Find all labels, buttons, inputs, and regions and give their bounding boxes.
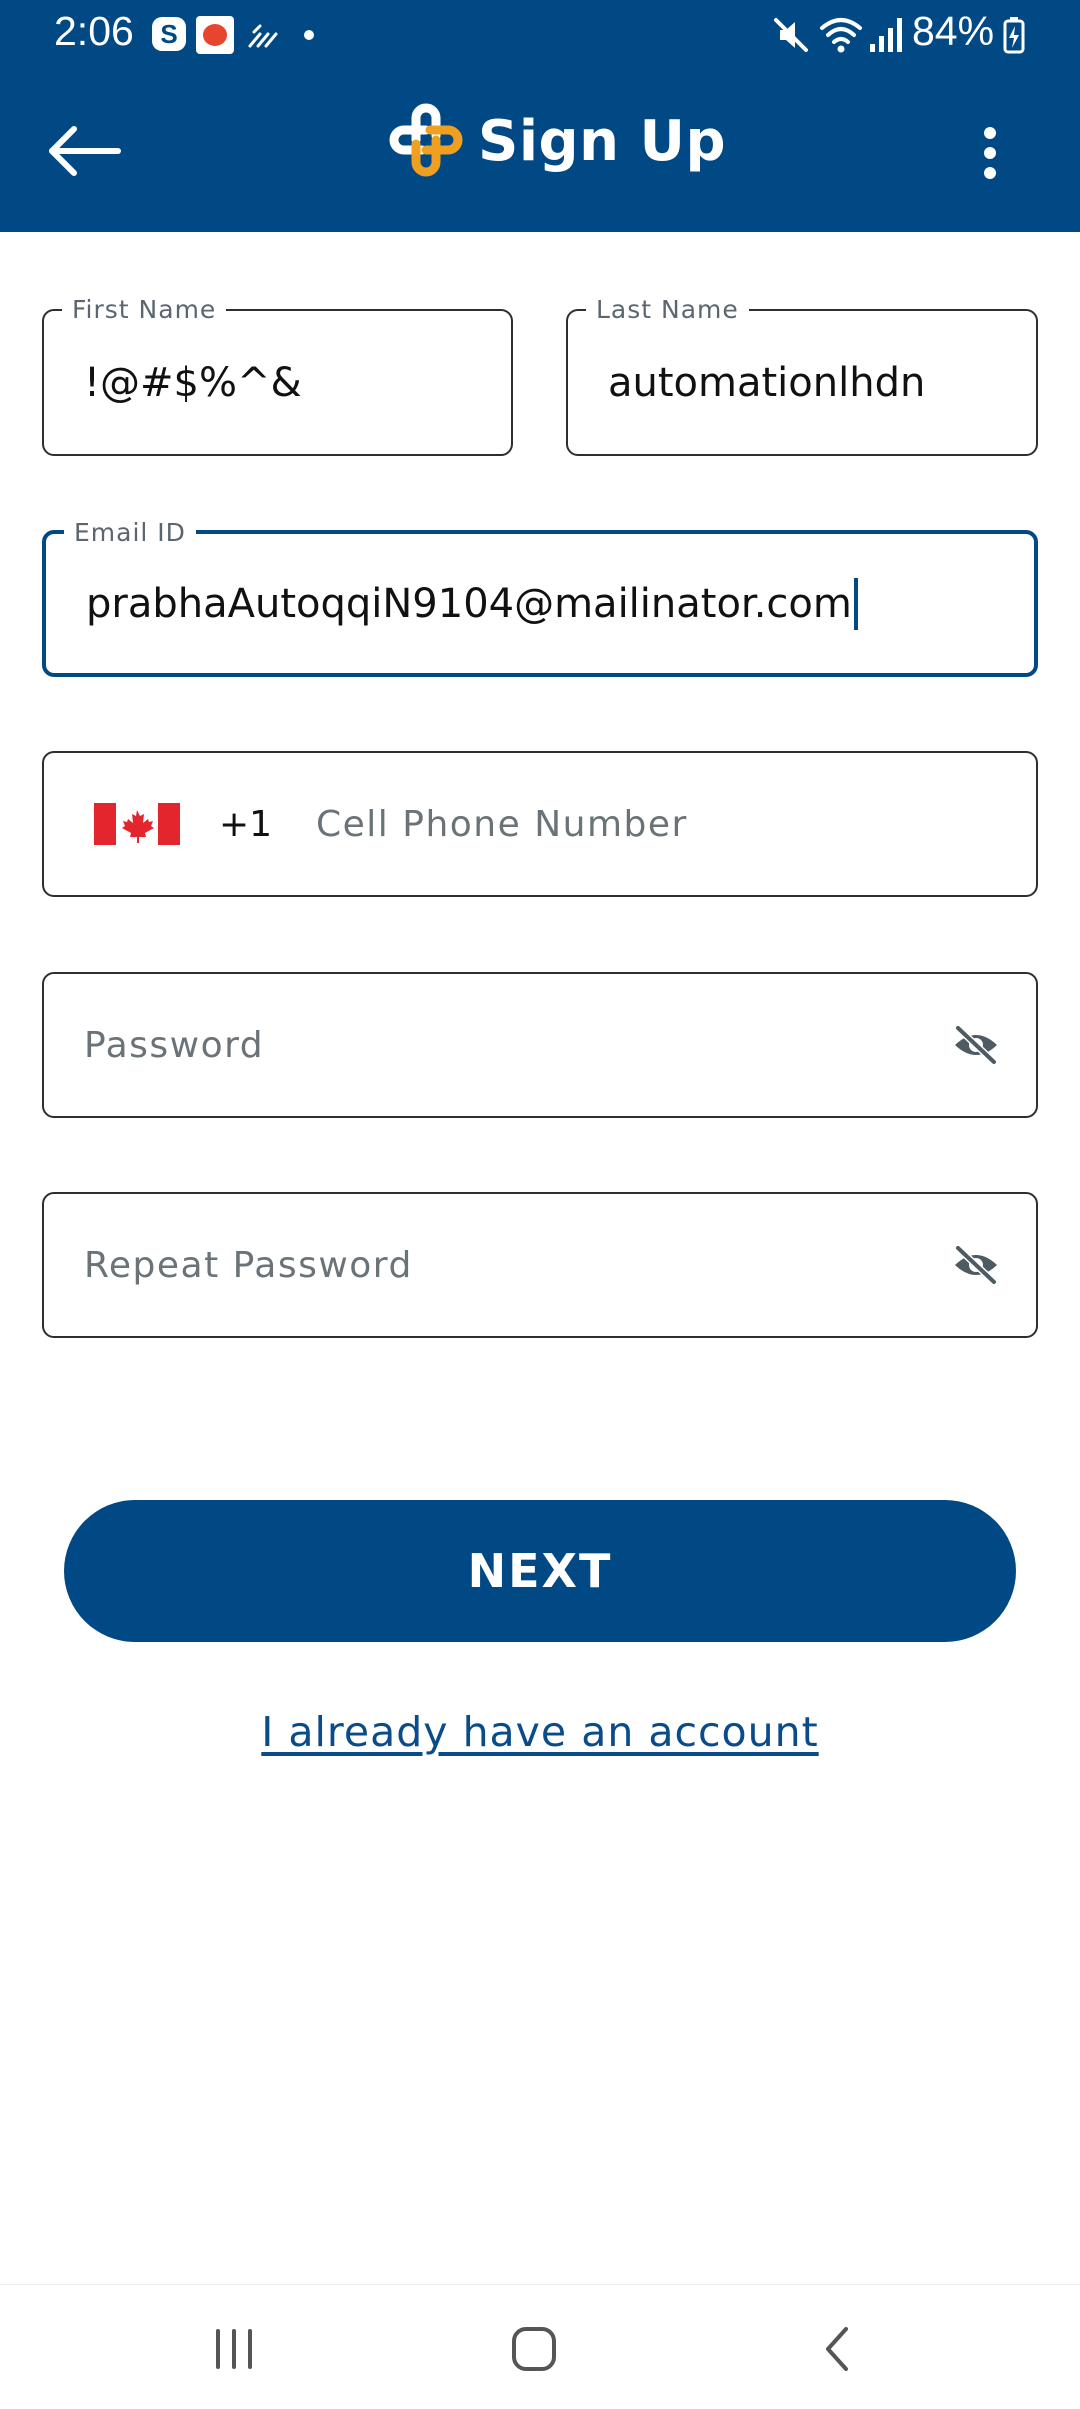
s-app-icon: S xyxy=(152,17,186,51)
back-arrow-icon[interactable] xyxy=(40,113,130,189)
last-name-value: automationlhdn xyxy=(608,359,926,406)
more-options-icon[interactable] xyxy=(968,108,1012,198)
password-field[interactable]: Password xyxy=(42,972,1038,1118)
status-bar: 2:06 S 84% xyxy=(0,0,1080,70)
wifi-icon xyxy=(820,18,862,53)
password-placeholder: Password xyxy=(84,1024,265,1066)
status-time: 2:06 xyxy=(54,8,134,54)
repeat-password-placeholder: Repeat Password xyxy=(84,1244,413,1286)
nav-back-icon[interactable] xyxy=(822,2325,852,2373)
app-notification-icon xyxy=(196,16,234,54)
mute-icon xyxy=(774,18,808,52)
login-link[interactable]: I already have an account xyxy=(0,1708,1080,1756)
first-name-field[interactable]: First Name !@#$%^& xyxy=(42,297,513,456)
activity-icon xyxy=(248,24,278,48)
email-value: prabhaAutoqqiN9104@mailinator.com xyxy=(86,580,852,627)
phone-placeholder: Cell Phone Number xyxy=(316,803,688,845)
next-button[interactable]: NEXT xyxy=(64,1500,1016,1642)
battery-percentage: 84% xyxy=(912,8,995,54)
last-name-field[interactable]: Last Name automationlhdn xyxy=(566,297,1038,456)
phone-field[interactable]: +1 Cell Phone Number xyxy=(42,751,1038,897)
recent-apps-icon[interactable] xyxy=(210,2327,258,2371)
home-icon[interactable] xyxy=(510,2325,558,2373)
signal-icon xyxy=(870,18,902,52)
country-code[interactable]: +1 xyxy=(219,753,272,895)
first-name-value: !@#$%^& xyxy=(84,359,302,406)
eye-off-icon[interactable] xyxy=(952,1025,1000,1065)
app-logo-icon xyxy=(389,103,463,177)
repeat-password-field[interactable]: Repeat Password xyxy=(42,1192,1038,1338)
canada-flag-icon[interactable] xyxy=(94,803,180,845)
text-caret xyxy=(853,577,858,630)
notification-dot xyxy=(304,30,314,40)
email-field[interactable]: Email ID prabhaAutoqqiN9104@mailinator.c… xyxy=(42,520,1038,677)
system-nav-bar xyxy=(0,2284,1080,2409)
app-bar: Sign Up xyxy=(0,70,1080,232)
page-title: Sign Up xyxy=(478,109,727,174)
battery-charging-icon xyxy=(1003,17,1025,54)
email-value-wrap: prabhaAutoqqiN9104@mailinator.com xyxy=(86,534,858,673)
eye-off-icon[interactable] xyxy=(952,1245,1000,1285)
